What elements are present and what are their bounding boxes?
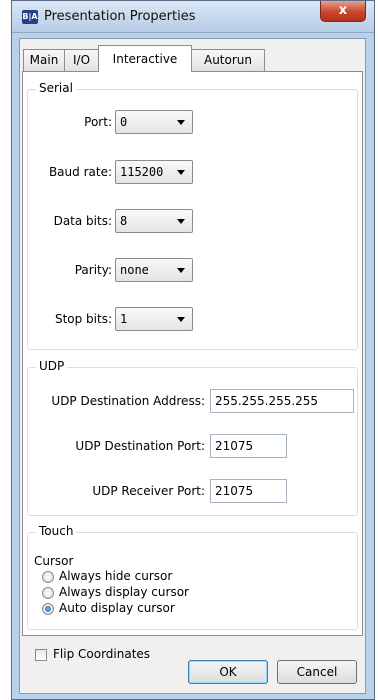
window-title: Presentation Properties (44, 9, 196, 24)
udp-receiver-port-input[interactable]: 21075 (210, 479, 287, 503)
close-button[interactable]: x (320, 1, 366, 22)
udp-group: UDP UDP Destination Address: 255.255.255… (27, 359, 358, 516)
tab-io[interactable]: I/O (64, 49, 99, 71)
data-bits-value: 8 (120, 214, 128, 228)
title-bar[interactable]: B|A Presentation Properties x (12, 1, 374, 33)
port-select[interactable]: 0 (115, 110, 193, 134)
presentation-properties-dialog: B|A Presentation Properties x Main I/O I… (11, 0, 375, 700)
dropdown-arrow-icon (177, 268, 185, 273)
dropdown-arrow-icon (177, 219, 185, 224)
udp-receiver-port-label: UDP Receiver Port: (92, 484, 205, 498)
dialog-client-area: Main I/O Interactive Autorun Serial Port… (19, 38, 366, 694)
baud-rate-select[interactable]: 115200 (115, 160, 193, 184)
cancel-button[interactable]: Cancel (277, 660, 357, 684)
tab-interactive[interactable]: Interactive (98, 45, 192, 72)
always-hide-cursor-label: Always hide cursor (59, 569, 173, 583)
dropdown-arrow-icon (177, 170, 185, 175)
auto-display-cursor-radio[interactable] (42, 603, 54, 615)
baud-rate-label: Baud rate: (48, 165, 112, 179)
parity-value: none (120, 263, 149, 277)
udp-destination-address-input[interactable]: 255.255.255.255 (210, 389, 354, 413)
app-icon: B|A (22, 10, 38, 24)
port-value: 0 (120, 115, 128, 129)
stop-bits-label: Stop bits: (54, 312, 112, 326)
stop-bits-value: 1 (120, 312, 128, 326)
flip-coordinates-label: Flip Coordinates (53, 647, 151, 661)
stop-bits-select[interactable]: 1 (115, 307, 193, 331)
udp-destination-port-label: UDP Destination Port: (75, 439, 205, 453)
baud-rate-value: 115200 (120, 165, 164, 179)
touch-legend: Touch (36, 524, 77, 538)
touch-group: Touch Cursor Always hide cursor Always d… (27, 524, 358, 630)
serial-group: Serial Port: 0 Baud rate: 115200 Data bi… (27, 81, 358, 350)
auto-display-cursor-label: Auto display cursor (59, 601, 175, 615)
parity-label: Parity: (74, 263, 112, 277)
ok-button[interactable]: OK (188, 660, 268, 684)
parity-select[interactable]: none (115, 258, 193, 282)
data-bits-select[interactable]: 8 (115, 209, 193, 233)
cursor-label: Cursor (34, 554, 74, 568)
serial-legend: Serial (36, 81, 76, 95)
interactive-tab-panel: Serial Port: 0 Baud rate: 115200 Data bi… (22, 71, 363, 661)
dropdown-arrow-icon (177, 317, 185, 322)
always-display-cursor-label: Always display cursor (59, 585, 189, 599)
udp-legend: UDP (36, 359, 68, 373)
flip-coordinates-checkbox[interactable] (35, 649, 47, 661)
tab-main[interactable]: Main (23, 49, 65, 71)
always-display-cursor-radio[interactable] (42, 587, 54, 599)
udp-destination-address-label: UDP Destination Address: (51, 394, 205, 408)
tab-autorun[interactable]: Autorun (191, 49, 265, 71)
always-hide-cursor-radio[interactable] (42, 571, 54, 583)
udp-destination-port-input[interactable]: 21075 (210, 434, 287, 458)
data-bits-label: Data bits: (53, 214, 112, 228)
dropdown-arrow-icon (177, 120, 185, 125)
port-label: Port: (84, 115, 112, 129)
